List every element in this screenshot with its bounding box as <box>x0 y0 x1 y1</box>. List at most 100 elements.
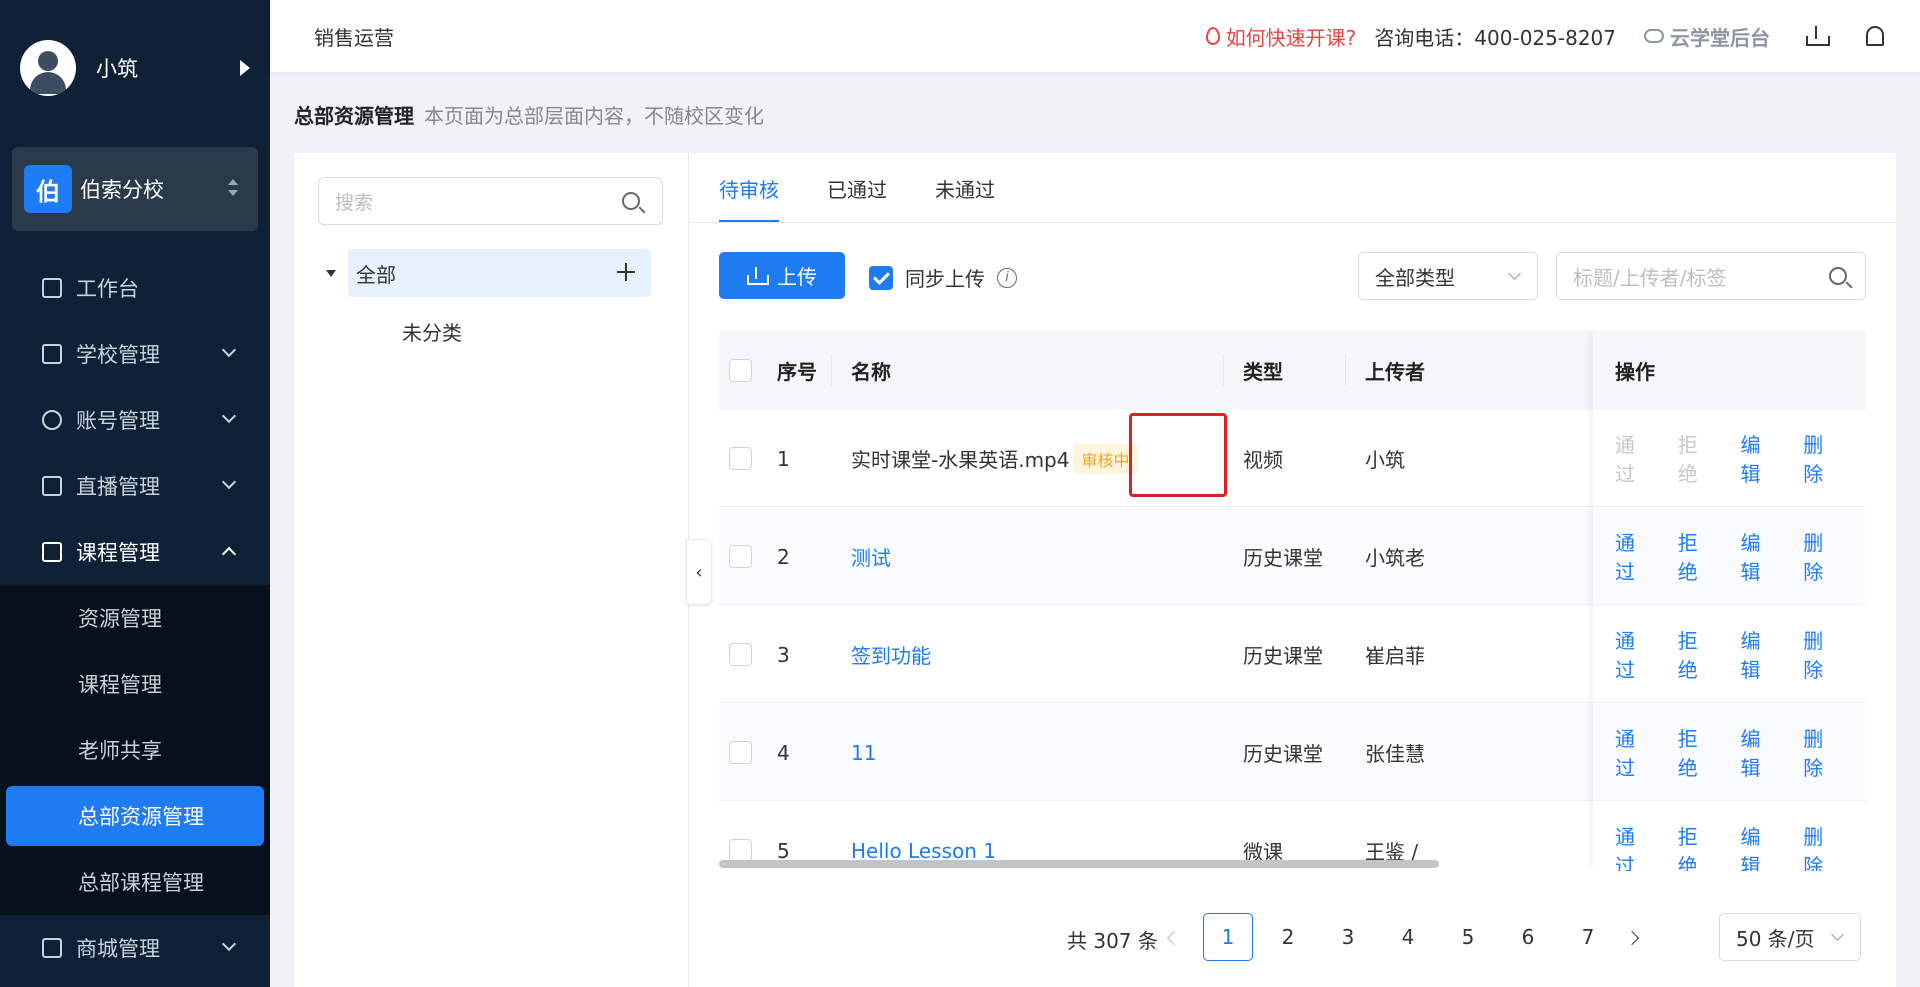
select-all-checkbox[interactable] <box>729 358 752 382</box>
delete-button[interactable]: 删除 <box>1803 821 1842 871</box>
user-name: 小筑 <box>96 56 138 81</box>
submenu-item-hq-resources[interactable]: 总部资源管理 <box>6 786 264 846</box>
menu-item-workbench[interactable]: 工作台 <box>0 255 270 321</box>
quick-start-link[interactable]: 如何快速开课? <box>1205 22 1356 51</box>
chevron-down-icon <box>221 474 237 490</box>
page-size-select[interactable]: 50 条/页 <box>1719 913 1861 961</box>
row-name-link[interactable]: 11 <box>851 704 876 801</box>
menu-label: 账号管理 <box>76 409 160 433</box>
approve-button[interactable]: 通过 <box>1615 821 1654 871</box>
school-switcher[interactable]: 伯 伯索分校 <box>12 147 258 231</box>
tab-approved[interactable]: 已通过 <box>827 153 887 223</box>
info-icon[interactable]: i <box>997 267 1017 288</box>
page-button[interactable]: 1 <box>1203 913 1253 961</box>
tab-rejected[interactable]: 未通过 <box>935 153 995 223</box>
reject-button[interactable]: 拒绝 <box>1678 527 1717 585</box>
page-button[interactable]: 2 <box>1263 913 1313 961</box>
submenu-item-resources[interactable]: 资源管理 <box>0 585 270 651</box>
upload-label: 上传 <box>777 265 817 289</box>
course-submenu: 资源管理 课程管理 老师共享 总部资源管理 总部课程管理 <box>0 585 270 915</box>
edit-button[interactable]: 编辑 <box>1741 625 1780 683</box>
menu-label: 学校管理 <box>76 343 160 367</box>
status-tabs: 待审核 已通过 未通过 <box>719 153 1043 223</box>
top-header: 销售运营 如何快速开课? 咨询电话：400-025-8207 云学堂后台 <box>270 0 1920 72</box>
user-profile[interactable]: 小筑 <box>0 0 270 135</box>
resource-content: 待审核 已通过 未通过 上传 同步上传 i 全部类型 标题/上传者/标签 序号 <box>689 153 1896 987</box>
page-button[interactable]: 5 <box>1443 913 1493 961</box>
caret-down-icon[interactable] <box>326 270 336 277</box>
delete-button[interactable]: 删除 <box>1803 625 1842 683</box>
tree-search-input[interactable]: 搜索 <box>318 177 663 225</box>
search-icon[interactable] <box>622 192 640 210</box>
edit-button[interactable]: 编辑 <box>1741 429 1780 487</box>
tree-node-uncategorized[interactable]: 未分类 <box>402 317 462 346</box>
row-checkbox[interactable] <box>729 741 752 764</box>
row-actions: 通过 拒绝 编辑 删除 <box>1593 410 1866 507</box>
approve-button[interactable]: 通过 <box>1615 723 1654 781</box>
menu-item-course[interactable]: 课程管理 <box>0 519 270 585</box>
chevron-up-icon <box>221 546 237 562</box>
page-button[interactable]: 4 <box>1383 913 1433 961</box>
col-ops: 操作 <box>1593 330 1866 410</box>
add-category-icon[interactable] <box>617 263 635 281</box>
tab-pending[interactable]: 待审核 <box>719 153 779 223</box>
row-name-link[interactable]: 测试 <box>851 508 891 605</box>
reject-button[interactable]: 拒绝 <box>1678 821 1717 871</box>
row-index: 4 <box>777 740 790 765</box>
edit-button[interactable]: 编辑 <box>1741 821 1780 871</box>
col-name: 名称 <box>851 359 891 384</box>
edit-button[interactable]: 编辑 <box>1741 527 1780 585</box>
submenu-item-hq-courses[interactable]: 总部课程管理 <box>0 849 270 915</box>
row-actions: 通过 拒绝 编辑 删除 <box>1593 606 1866 703</box>
brand-link[interactable]: 云学堂后台 <box>1644 22 1770 51</box>
type-select[interactable]: 全部类型 <box>1358 252 1538 300</box>
shop-icon <box>42 938 62 958</box>
menu-item-school[interactable]: 学校管理 <box>0 321 270 387</box>
row-type: 历史课堂 <box>1243 742 1323 766</box>
next-page-icon[interactable] <box>1624 930 1640 946</box>
tree-node-all[interactable]: 全部 <box>348 249 651 297</box>
edit-button[interactable]: 编辑 <box>1741 723 1780 781</box>
row-name-link[interactable]: 签到功能 <box>851 606 931 703</box>
filter-search-input[interactable]: 标题/上传者/标签 <box>1556 252 1866 300</box>
upload-button[interactable]: 上传 <box>719 252 845 299</box>
page-button[interactable]: 7 <box>1563 913 1613 961</box>
page-button[interactable]: 6 <box>1503 913 1553 961</box>
page-button[interactable]: 3 <box>1323 913 1373 961</box>
submenu-item-courses[interactable]: 课程管理 <box>0 651 270 717</box>
reject-button[interactable]: 拒绝 <box>1678 723 1717 781</box>
tree-search-placeholder: 搜索 <box>335 191 374 214</box>
chevron-down-icon <box>1831 928 1844 941</box>
delete-button[interactable]: 删除 <box>1803 527 1842 585</box>
tabs-divider <box>689 222 1896 223</box>
menu-item-account[interactable]: 账号管理 <box>0 387 270 453</box>
row-checkbox[interactable] <box>729 839 752 862</box>
menu-label: 工作台 <box>76 277 139 301</box>
menu-item-mall[interactable]: 商城管理 <box>0 915 270 981</box>
row-uploader: 小筑 <box>1365 448 1405 472</box>
col-uploader: 上传者 <box>1365 359 1425 384</box>
submenu-item-teacher-share[interactable]: 老师共享 <box>0 717 270 783</box>
user-icon <box>42 410 62 430</box>
approve-button[interactable]: 通过 <box>1615 625 1654 683</box>
horizontal-scrollbar[interactable] <box>719 860 1439 868</box>
row-type: 视频 <box>1243 448 1283 472</box>
sync-upload-checkbox[interactable] <box>869 265 893 290</box>
delete-button[interactable]: 删除 <box>1803 429 1842 487</box>
search-icon[interactable] <box>1829 267 1847 285</box>
row-actions: 通过 拒绝 编辑 删除 <box>1593 508 1866 605</box>
row-actions: 通过 拒绝 编辑 删除 <box>1593 802 1866 871</box>
row-checkbox[interactable] <box>729 447 752 470</box>
row-checkbox[interactable] <box>729 545 752 568</box>
menu-item-live[interactable]: 直播管理 <box>0 453 270 519</box>
prev-page-icon[interactable] <box>1166 930 1182 946</box>
approve-button[interactable]: 通过 <box>1615 527 1654 585</box>
page-title: 总部资源管理 <box>294 104 414 128</box>
row-checkbox[interactable] <box>729 643 752 666</box>
operations-column: 操作 通过 拒绝 编辑 删除 通过 拒绝 编辑 删除 通过 拒绝 编辑 删除 通… <box>1593 330 1866 871</box>
reject-button[interactable]: 拒绝 <box>1678 625 1717 683</box>
download-icon[interactable] <box>1806 26 1830 46</box>
side-menu: 工作台 学校管理 账号管理 直播管理 课程管理 资源管理 课程管理 老师共享 总… <box>0 255 270 981</box>
delete-button[interactable]: 删除 <box>1803 723 1842 781</box>
bell-icon[interactable] <box>1866 26 1884 46</box>
